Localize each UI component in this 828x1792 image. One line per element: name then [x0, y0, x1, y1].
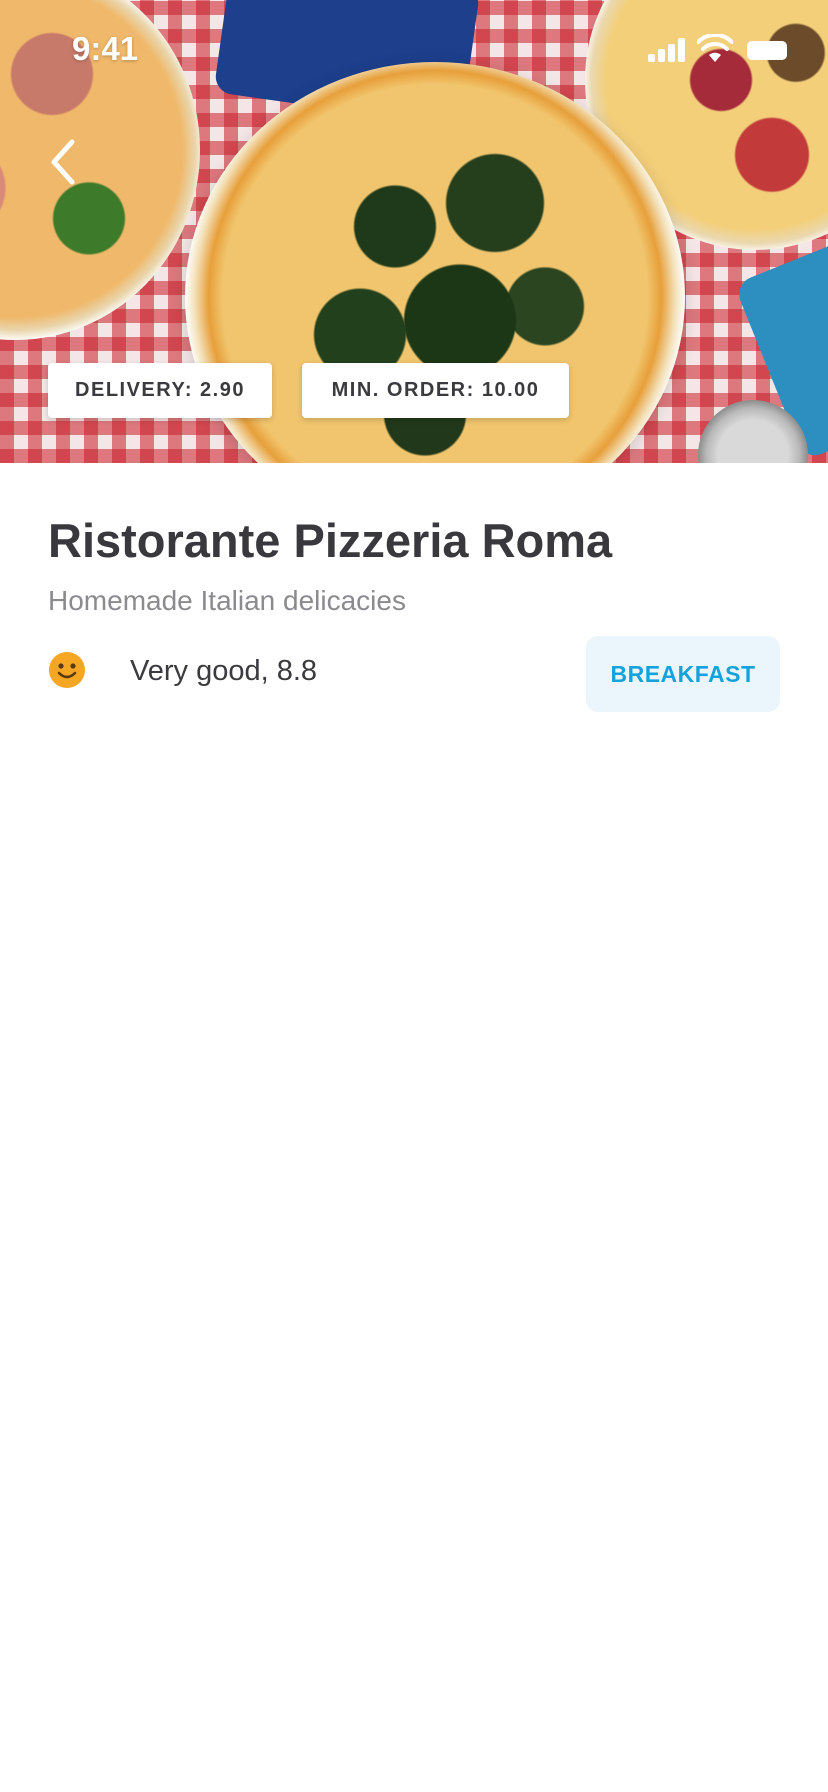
hero-image: 9:41 DELIVERY: 2.90 MIN. ORDER: 10.00 — [0, 0, 828, 463]
rating-text: Very good, 8.8 — [130, 655, 318, 687]
status-time: 9:41 — [72, 30, 139, 67]
back-button[interactable] — [38, 132, 88, 192]
delivery-fee-tag: DELIVERY: 2.90 — [48, 363, 272, 418]
status-bar: 9:41 — [0, 0, 828, 100]
battery-icon — [747, 41, 787, 60]
restaurant-subtitle: Homemade Italian delicacies — [48, 585, 406, 616]
min-order-tag: MIN. ORDER: 10.00 — [302, 363, 569, 418]
cellular-signal-icon — [648, 38, 688, 62]
restaurant-title: Ristorante Pizzeria Roma — [48, 514, 613, 567]
chevron-left-icon — [51, 139, 75, 185]
category-breakfast-button[interactable]: BREAKFAST — [586, 636, 780, 712]
smiley-face-icon — [49, 652, 85, 688]
wifi-icon — [697, 34, 733, 62]
